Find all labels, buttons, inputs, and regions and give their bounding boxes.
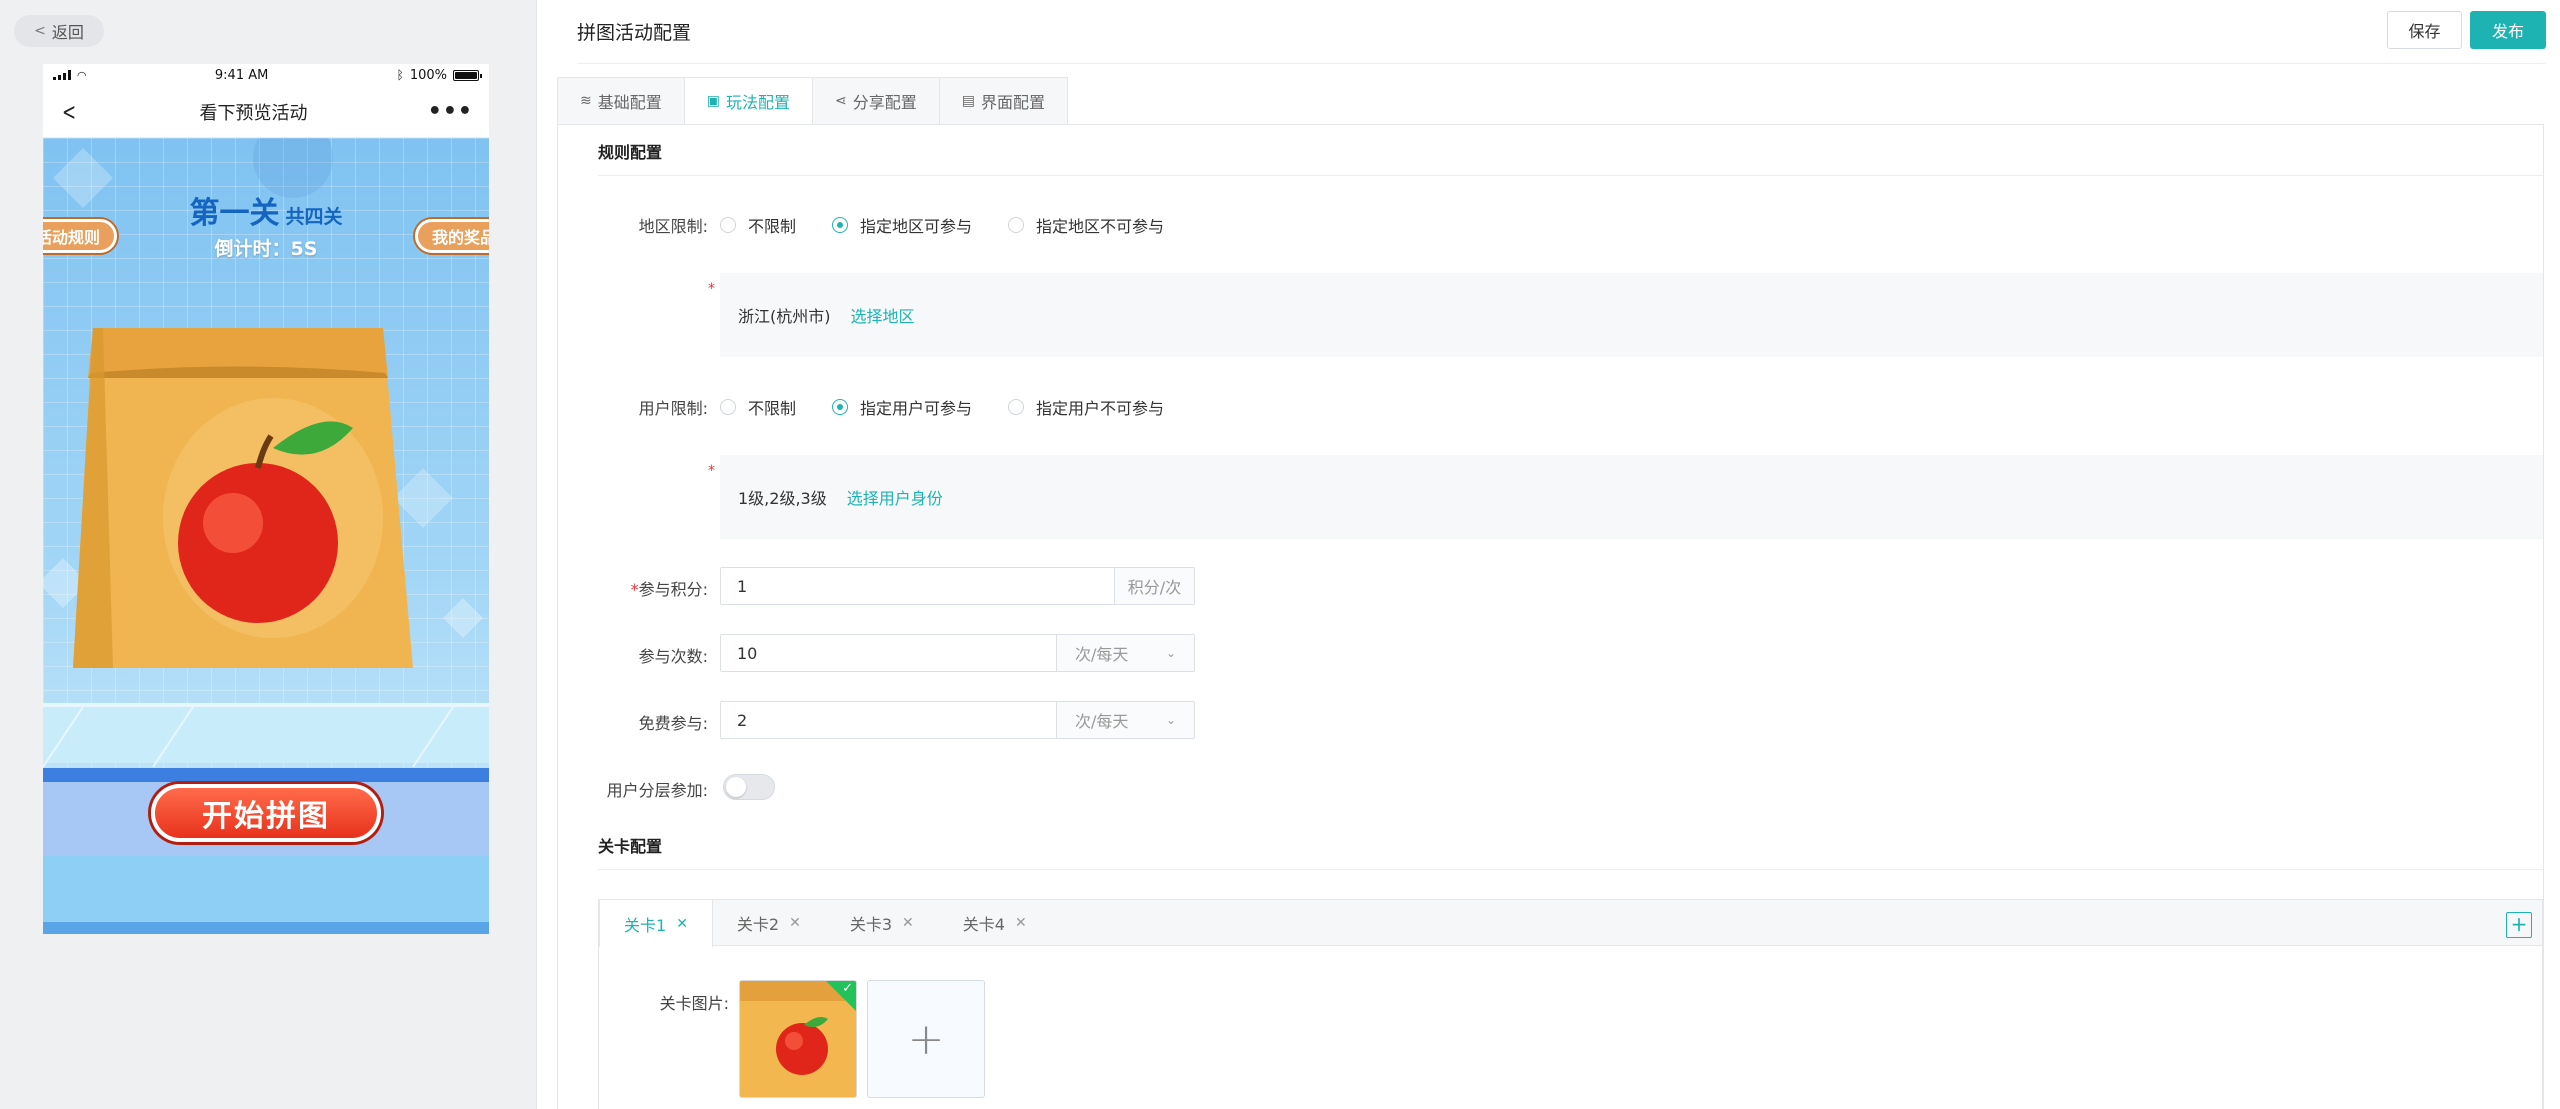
level-image-thumbnail[interactable]: ✓: [739, 980, 857, 1098]
points-input[interactable]: [721, 568, 1114, 604]
select-region-link[interactable]: 选择地区: [851, 303, 915, 327]
rules-section-title: 规则配置: [598, 143, 663, 162]
region-picker: 浙江(杭州市) 选择地区: [720, 273, 2543, 357]
region-option-unlimited[interactable]: 不限制: [720, 213, 796, 237]
tier-label: 用户分层参加:: [606, 781, 708, 800]
user-option-allow[interactable]: 指定用户可参与: [832, 395, 972, 419]
region-label: 地区限制:: [638, 217, 708, 236]
required-mark: *: [708, 281, 715, 297]
region-value: 浙江(杭州市): [738, 307, 831, 326]
bluetooth-icon: ᛒ: [396, 68, 404, 82]
levels-panel: 关卡1 ✕ 关卡2 ✕ 关卡3 ✕ 关卡4 ✕ + 关卡图片: ✓ +: [598, 899, 2543, 1109]
level-tabs: 关卡1 ✕ 关卡2 ✕ 关卡3 ✕ 关卡4 ✕ +: [599, 900, 2542, 947]
publish-button[interactable]: 发布: [2470, 11, 2546, 49]
phone-navbar: < 看下预览活动 •••: [43, 86, 489, 138]
required-mark: *: [708, 463, 715, 479]
level-tab-1[interactable]: 关卡1 ✕: [599, 900, 713, 947]
battery-percent: 100%: [409, 67, 447, 83]
rules-tag[interactable]: 活动规则: [43, 219, 118, 253]
level-tab-4[interactable]: 关卡4 ✕: [939, 900, 1052, 946]
tab-share[interactable]: ⋖ 分享配置: [812, 77, 940, 125]
times-input[interactable]: [721, 635, 1056, 671]
tier-toggle[interactable]: [723, 774, 775, 800]
chevron-down-icon: ⌄: [1165, 713, 1176, 727]
close-icon[interactable]: ✕: [902, 915, 914, 931]
more-icon[interactable]: •••: [428, 99, 473, 124]
region-option-deny[interactable]: 指定地区不可参与: [1008, 213, 1164, 237]
share-icon: ⋖: [835, 93, 847, 109]
region-radio-group: 不限制 指定地区可参与 指定地区不可参与: [720, 213, 1164, 237]
signal-icon: [53, 70, 71, 80]
chevron-left-icon[interactable]: <: [62, 98, 76, 126]
upload-image-button[interactable]: +: [867, 980, 985, 1098]
tab-interface[interactable]: ▤ 界面配置: [938, 77, 1068, 125]
points-label: *参与积分:: [630, 580, 708, 599]
user-radio-group: 不限制 指定用户可参与 指定用户不可参与: [720, 395, 1164, 419]
free-input[interactable]: [721, 702, 1056, 738]
config-tabs: ≋ 基础配置 ▣ 玩法配置 ⋖ 分享配置 ▤ 界面配置: [557, 77, 1068, 125]
user-picker: 1级,2级,3级 选择用户身份: [720, 455, 2543, 539]
close-icon[interactable]: ✕: [1015, 915, 1027, 931]
level-tab-3[interactable]: 关卡3 ✕: [826, 900, 939, 946]
level-tab-2[interactable]: 关卡2 ✕: [713, 900, 826, 946]
user-option-unlimited[interactable]: 不限制: [720, 395, 796, 419]
back-label: 返回: [51, 23, 84, 42]
close-icon[interactable]: ✕: [789, 915, 801, 931]
gameplay-config: 规则配置 地区限制: 不限制 指定地区可参与 指定地区不可参与 * 浙江(杭州市…: [557, 124, 2544, 1109]
points-unit: 积分/次: [1114, 568, 1194, 604]
tab-gameplay[interactable]: ▣ 玩法配置: [683, 77, 813, 125]
add-level-button[interactable]: +: [2506, 912, 2532, 938]
user-option-deny[interactable]: 指定用户不可参与: [1008, 395, 1164, 419]
chevron-down-icon: ⌄: [1165, 646, 1176, 660]
region-option-allow[interactable]: 指定地区可参与: [832, 213, 972, 237]
times-unit-select[interactable]: 次/每天 ⌄: [1056, 635, 1194, 671]
save-button[interactable]: 保存: [2387, 11, 2462, 49]
layers-icon: ≋: [580, 93, 592, 109]
levels-section-title: 关卡配置: [598, 837, 663, 856]
battery-icon: [452, 69, 482, 81]
preview-panel: < 返回 ◠ 9:41 AM ᛒ 100% < 看下预览活动 ••• 第一关 共…: [0, 0, 537, 1109]
select-user-link[interactable]: 选择用户身份: [847, 485, 943, 509]
tab-basic[interactable]: ≋ 基础配置: [557, 77, 685, 125]
level-image-label: 关卡图片:: [659, 994, 729, 1013]
times-input-group: 次/每天⌄: [720, 634, 1195, 672]
status-time: 9:41 AM: [214, 67, 269, 83]
free-label: 免费参与:: [638, 714, 708, 733]
check-icon: ✓: [842, 981, 853, 996]
wifi-icon: ◠: [77, 68, 87, 82]
free-input-group: 次/每天⌄: [720, 701, 1195, 739]
start-puzzle-button[interactable]: 开始拼图: [151, 784, 381, 842]
page-icon: ▤: [961, 93, 975, 109]
config-panel: 拼图活动配置 保存 发布 ≋ 基础配置 ▣ 玩法配置 ⋖ 分享配置 ▤ 界面配置 规则配…: [537, 0, 2560, 1109]
user-value: 1级,2级,3级: [738, 489, 827, 508]
chevron-left-icon: <: [34, 23, 46, 39]
free-unit-select[interactable]: 次/每天 ⌄: [1056, 702, 1194, 738]
status-bar: ◠ 9:41 AM ᛒ 100%: [43, 64, 489, 86]
close-icon[interactable]: ✕: [676, 916, 688, 932]
my-prizes-tag[interactable]: 我的奖品: [414, 219, 489, 253]
times-label: 参与次数:: [638, 647, 708, 666]
gift-icon: ▣: [706, 93, 720, 109]
user-label: 用户限制:: [638, 399, 708, 418]
phone-nav-title: 看下预览活动: [199, 102, 308, 124]
points-input-group: 积分/次: [720, 567, 1195, 605]
phone-preview: ◠ 9:41 AM ᛒ 100% < 看下预览活动 ••• 第一关 共四关 倒计…: [43, 64, 489, 934]
back-button[interactable]: < 返回: [14, 15, 104, 47]
page-title: 拼图活动配置: [577, 22, 692, 44]
level-total: 共四关: [285, 206, 343, 228]
puzzle-image: [73, 328, 413, 668]
game-preview: 第一关 共四关 倒计时：5S 活动规则 我的奖品 开始拼图: [43, 138, 489, 934]
